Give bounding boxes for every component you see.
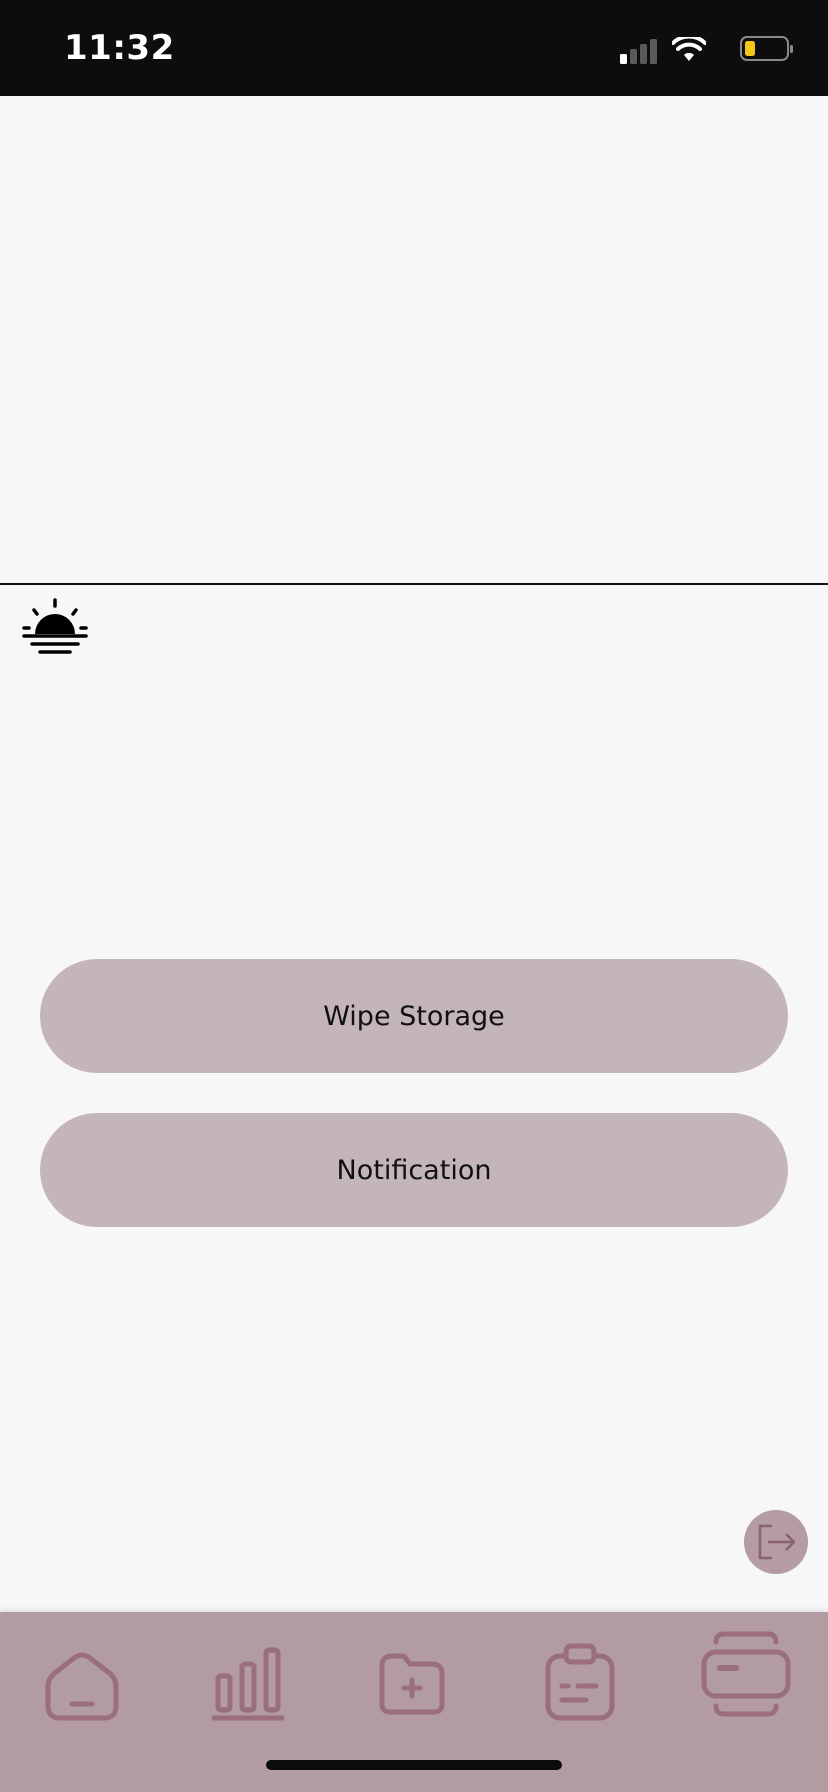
home-icon — [45, 1652, 119, 1721]
status-bar: 11:32 — [0, 0, 828, 96]
tab-home[interactable] — [22, 1612, 142, 1752]
section-divider — [0, 583, 828, 585]
card-icon — [701, 1631, 791, 1717]
tab-card[interactable] — [686, 1604, 806, 1744]
logout-icon — [758, 1524, 796, 1560]
cellular-signal-icon — [620, 39, 657, 64]
logout-button[interactable] — [744, 1510, 808, 1574]
status-time: 11:32 — [64, 28, 175, 68]
sunset-icon[interactable] — [22, 598, 88, 664]
notification-button[interactable]: Notification — [40, 1113, 788, 1227]
app-screen: 11:32 Wipe Storage Notification — [0, 0, 828, 1792]
tab-stats[interactable] — [188, 1612, 308, 1752]
battery-icon — [740, 36, 793, 61]
tab-clipboard[interactable] — [520, 1612, 640, 1752]
wipe-storage-button[interactable]: Wipe Storage — [40, 959, 788, 1073]
tab-folder-add[interactable] — [352, 1612, 472, 1752]
stats-icon — [211, 1647, 285, 1721]
clipboard-icon — [545, 1643, 615, 1721]
home-indicator — [266, 1760, 562, 1770]
wifi-icon — [672, 37, 706, 61]
folder-add-icon — [379, 1653, 445, 1715]
